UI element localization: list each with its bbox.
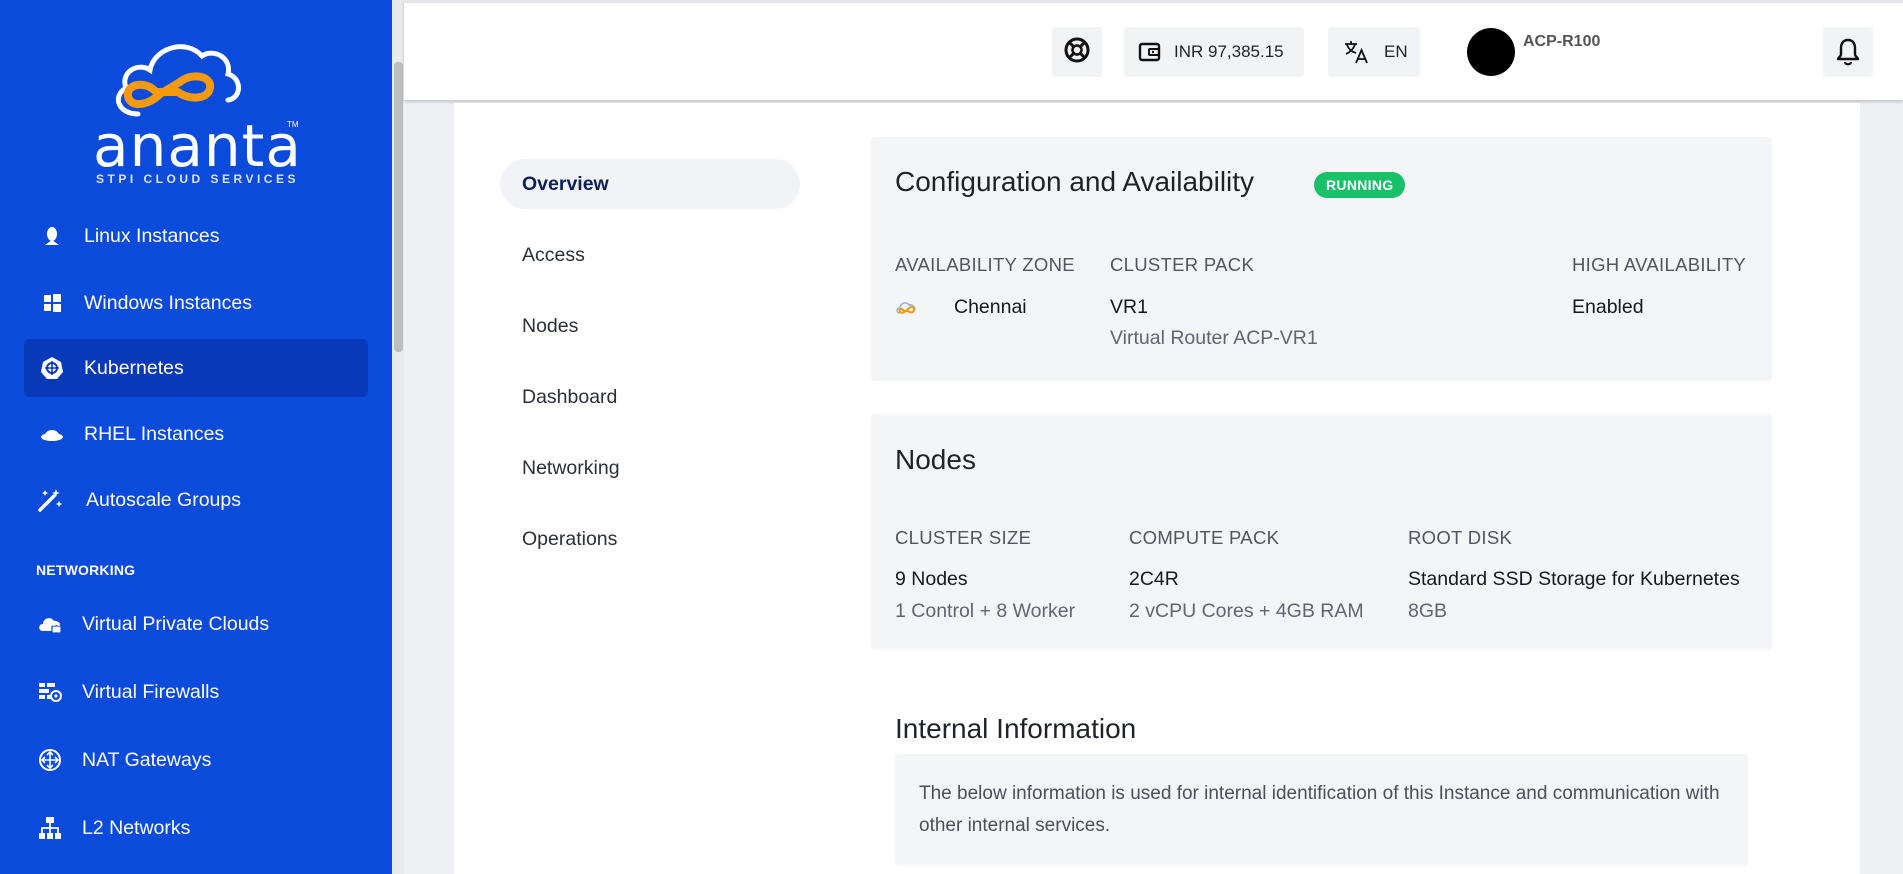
availability-zone-label: AVAILABILITY ZONE xyxy=(895,254,1075,275)
avatar[interactable] xyxy=(1467,28,1515,76)
wallet-balance: INR 97,385.15 xyxy=(1174,42,1284,61)
root-disk-value: Standard SSD Storage for Kubernetes xyxy=(1408,568,1740,590)
section-heading-networking: NETWORKING xyxy=(36,562,136,578)
tab-operations[interactable]: Operations xyxy=(500,514,800,564)
sidebar-item-virtual-firewalls[interactable]: Virtual Firewalls xyxy=(24,663,368,721)
language-button[interactable]: EN xyxy=(1328,27,1420,77)
tab-networking[interactable]: Networking xyxy=(500,443,800,493)
account-name[interactable]: ACP-R100 xyxy=(1523,33,1600,51)
compute-pack-value: 2C4R xyxy=(1129,568,1179,590)
cluster-pack-label: CLUSTER PACK xyxy=(1110,254,1255,275)
wallet-button[interactable]: INR 97,385.15 xyxy=(1124,27,1304,77)
root-disk-label: ROOT DISK xyxy=(1408,527,1513,548)
sidebar-item-label: Linux Instances xyxy=(84,224,220,247)
top-header: INR 97,385.15 EN ACP-R100 xyxy=(404,0,1903,100)
sidebar-item-label: RHEL Instances xyxy=(84,422,225,445)
cluster-size-description: 1 Control + 8 Worker xyxy=(895,600,1076,622)
trademark: TM xyxy=(287,120,299,129)
magic-wand-icon xyxy=(36,486,64,514)
sidebar-item-label: Kubernetes xyxy=(84,356,184,379)
firewall-icon xyxy=(36,678,64,706)
wallet-icon xyxy=(1138,41,1162,63)
sidebar-item-linux-instances[interactable]: Linux Instances xyxy=(24,207,368,265)
sidebar-item-kubernetes[interactable]: Kubernetes xyxy=(24,339,368,397)
sidebar-item-windows-instances[interactable]: Windows Instances xyxy=(24,274,368,332)
bell-icon xyxy=(1836,38,1860,66)
sidebar-item-autoscale-groups[interactable]: Autoscale Groups xyxy=(24,471,368,529)
sidebar-item-label: Virtual Private Clouds xyxy=(82,612,270,635)
internal-information-text: The below information is used for intern… xyxy=(919,783,1720,836)
high-availability-label: HIGH AVAILABILITY xyxy=(1572,254,1747,275)
windows-icon xyxy=(38,289,66,317)
kubernetes-icon xyxy=(38,354,66,382)
sidebar-item-label: Virtual Firewalls xyxy=(82,680,220,703)
compute-pack-label: COMPUTE PACK xyxy=(1129,527,1280,548)
root-disk-size: 8GB xyxy=(1408,600,1448,622)
cloud-lock-icon xyxy=(36,610,64,638)
high-availability-value: Enabled xyxy=(1572,296,1644,318)
linux-icon xyxy=(38,222,66,250)
sidebar-item-label: NAT Gateways xyxy=(82,748,212,771)
sidebar-item-label: Autoscale Groups xyxy=(86,488,242,511)
configuration-title: Configuration and Availability xyxy=(895,166,1255,197)
compute-pack-description: 2 vCPU Cores + 4GB RAM xyxy=(1129,600,1364,622)
redhat-icon xyxy=(38,420,66,448)
brand-tagline: STPI CLOUD SERVICES xyxy=(96,172,299,186)
nodes-title: Nodes xyxy=(895,444,976,475)
tab-nodes[interactable]: Nodes xyxy=(500,301,800,351)
lifebuoy-icon xyxy=(1064,37,1090,68)
configuration-card: Configuration and Availability RUNNING A… xyxy=(871,137,1772,381)
ananta-logo[interactable]: ananta TM STPI CLOUD SERVICES xyxy=(90,34,305,189)
cluster-pack-value: VR1 xyxy=(1110,296,1148,318)
brand-name: ananta xyxy=(93,112,302,180)
notifications-button[interactable] xyxy=(1823,27,1873,77)
cluster-size-label: CLUSTER SIZE xyxy=(895,527,1032,548)
sidebar-item-virtual-private-clouds[interactable]: Virtual Private Clouds xyxy=(24,595,368,653)
nodes-card: Nodes CLUSTER SIZE 9 Nodes 1 Control + 8… xyxy=(871,414,1772,650)
internal-information-title: Internal Information xyxy=(895,713,1137,744)
zone-logo-icon xyxy=(895,299,921,322)
cluster-size-value: 9 Nodes xyxy=(895,568,968,590)
sidebar-item-l2-networks[interactable]: L2 Networks xyxy=(24,799,368,857)
availability-zone-value: Chennai xyxy=(954,296,1027,318)
sidebar: ananta TM STPI CLOUD SERVICES Linux Inst… xyxy=(0,0,392,874)
tab-dashboard[interactable]: Dashboard xyxy=(500,372,800,422)
language-code: EN xyxy=(1384,42,1408,61)
sidebar-item-label: Windows Instances xyxy=(84,291,252,314)
translate-icon xyxy=(1344,40,1370,64)
nat-gateway-icon xyxy=(36,746,64,774)
support-button[interactable] xyxy=(1052,27,1102,77)
sidebar-scrollbar-thumb[interactable] xyxy=(394,62,403,352)
tab-overview[interactable]: Overview xyxy=(500,159,800,209)
internal-information-box: The below information is used for intern… xyxy=(895,754,1748,866)
tab-access[interactable]: Access xyxy=(500,230,800,280)
sidebar-item-rhel-instances[interactable]: RHEL Instances xyxy=(24,405,368,463)
network-tree-icon xyxy=(36,814,64,842)
sidebar-item-nat-gateways[interactable]: NAT Gateways xyxy=(24,731,368,789)
cluster-pack-description: Virtual Router ACP-VR1 xyxy=(1110,327,1318,349)
main-panel: Overview Access Nodes Dashboard Networki… xyxy=(454,103,1860,874)
status-badge: RUNNING xyxy=(1314,172,1406,198)
sidebar-item-label: L2 Networks xyxy=(82,816,191,839)
